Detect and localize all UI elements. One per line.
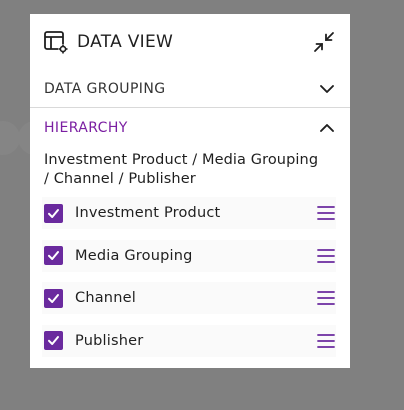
item-label: Investment Product — [75, 205, 221, 221]
drag-handle-icon[interactable] — [316, 288, 336, 308]
drag-handle-icon[interactable] — [316, 246, 336, 266]
data-view-panel: DATA VIEW DATA GROUPING HIERARCHY Invest… — [30, 14, 350, 368]
checkmark-icon — [48, 251, 59, 260]
item-checkbox[interactable] — [44, 331, 63, 350]
item-label: Publisher — [75, 332, 144, 349]
hierarchy-section[interactable]: HIERARCHY — [30, 109, 350, 147]
list-item[interactable]: Publisher — [42, 324, 336, 357]
item-checkbox[interactable] — [44, 246, 63, 265]
chevron-up-icon — [320, 124, 334, 132]
collapse-panel-button[interactable] — [311, 29, 337, 55]
checkmark-icon — [48, 293, 59, 303]
hierarchy-path-line: Investment Product / Media Grouping — [44, 152, 319, 168]
item-checkbox[interactable] — [44, 288, 63, 308]
checkmark-icon — [48, 208, 59, 218]
collapse-arrows-icon — [314, 32, 334, 52]
data-grouping-label: DATA GROUPING — [44, 80, 166, 97]
list-item[interactable]: Media Grouping — [42, 239, 336, 272]
item-label: Channel — [75, 290, 136, 306]
table-settings-icon — [44, 31, 68, 54]
panel-title: DATA VIEW — [77, 32, 174, 52]
checkmark-icon — [48, 336, 59, 345]
drag-handle-icon[interactable] — [316, 331, 336, 351]
hierarchy-item-list: Investment Product Media Grouping Channe… — [30, 189, 350, 357]
data-grouping-section[interactable]: DATA GROUPING — [30, 70, 350, 108]
hierarchy-label: HIERARCHY — [44, 120, 128, 136]
hierarchy-path: Investment Product / Media Grouping / Ch… — [30, 147, 350, 189]
list-item[interactable]: Channel — [42, 282, 336, 314]
drag-handle-icon[interactable] — [316, 203, 336, 223]
hierarchy-path-line: / Channel / Publisher — [44, 171, 196, 187]
item-label: Media Grouping — [75, 247, 193, 264]
panel-header: DATA VIEW — [30, 14, 350, 70]
background-circle — [0, 121, 20, 155]
chevron-down-icon — [320, 84, 334, 93]
item-checkbox[interactable] — [44, 203, 63, 223]
list-item[interactable]: Investment Product — [42, 197, 336, 229]
